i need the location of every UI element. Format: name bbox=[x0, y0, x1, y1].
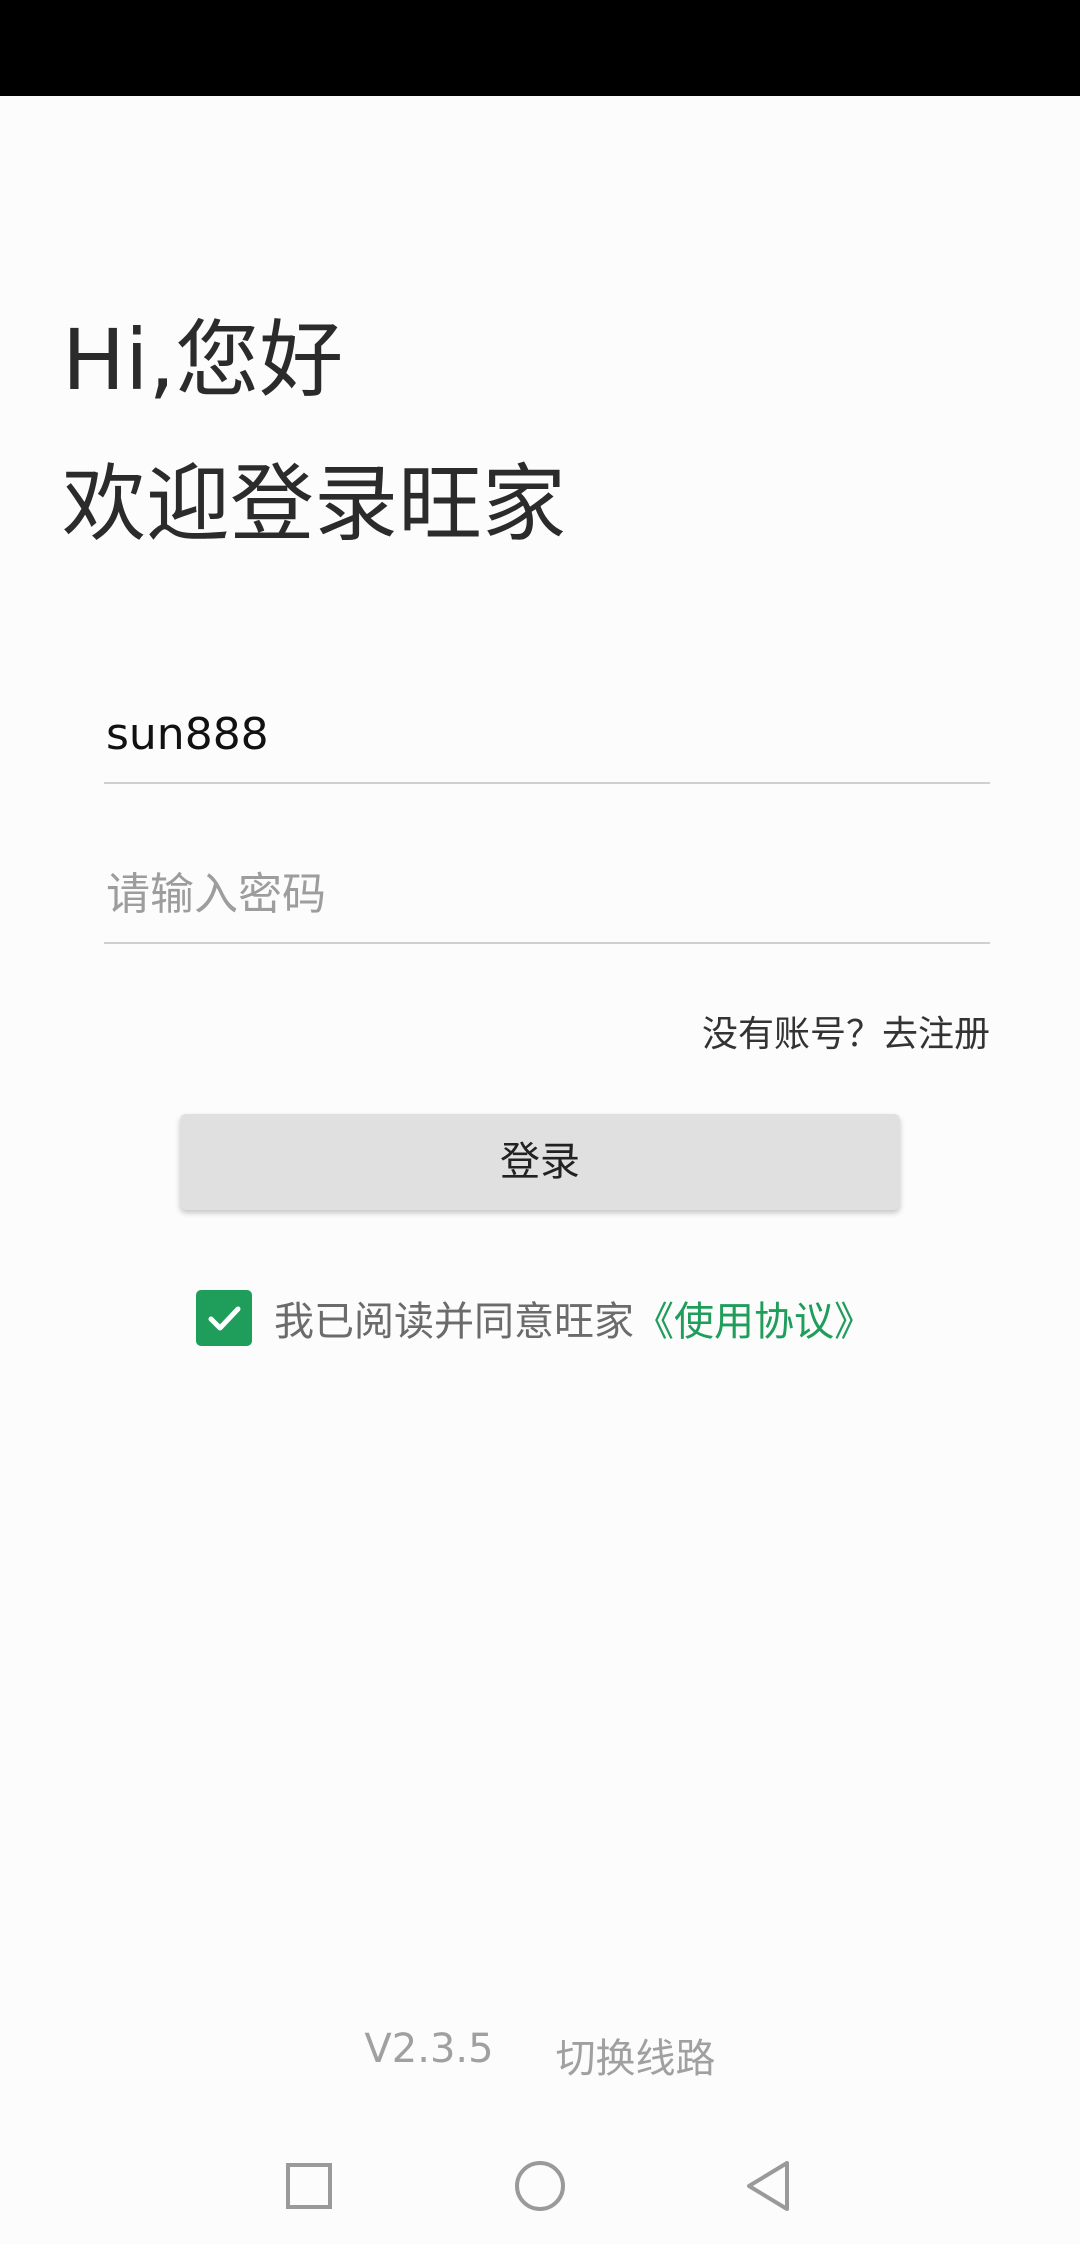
footer: V2.3.5 切换线路 bbox=[0, 2026, 1080, 2084]
password-field bbox=[104, 822, 990, 944]
switch-route-link[interactable]: 切换线路 bbox=[556, 2026, 716, 2084]
password-input[interactable] bbox=[106, 869, 986, 920]
username-input[interactable] bbox=[106, 709, 986, 760]
home-icon bbox=[515, 2161, 565, 2211]
register-link[interactable]: 没有账号？去注册 bbox=[702, 1005, 990, 1057]
login-button[interactable]: 登录 bbox=[180, 1114, 900, 1210]
home-button[interactable] bbox=[510, 2156, 570, 2216]
agreement-text: 我已阅读并同意旺家 bbox=[274, 1299, 634, 1345]
back-icon bbox=[747, 2161, 789, 2211]
username-field bbox=[104, 662, 990, 784]
agreement-row: 我已阅读并同意旺家 《使用协议》 bbox=[196, 1290, 874, 1346]
recent-apps-button[interactable] bbox=[279, 2156, 339, 2216]
agreement-checkbox[interactable] bbox=[196, 1290, 252, 1346]
welcome-title: 欢迎登录旺家 bbox=[62, 455, 567, 553]
recent-apps-icon bbox=[286, 2163, 332, 2209]
usage-agreement-link[interactable]: 《使用协议》 bbox=[634, 1289, 874, 1347]
version-label: V2.3.5 bbox=[364, 2026, 494, 2072]
checkmark-icon bbox=[208, 1306, 241, 1331]
greeting-title: Hi,您好 bbox=[62, 311, 344, 409]
status-bar bbox=[0, 0, 1080, 96]
back-button[interactable] bbox=[738, 2156, 798, 2216]
navigation-bar bbox=[0, 2136, 1080, 2244]
